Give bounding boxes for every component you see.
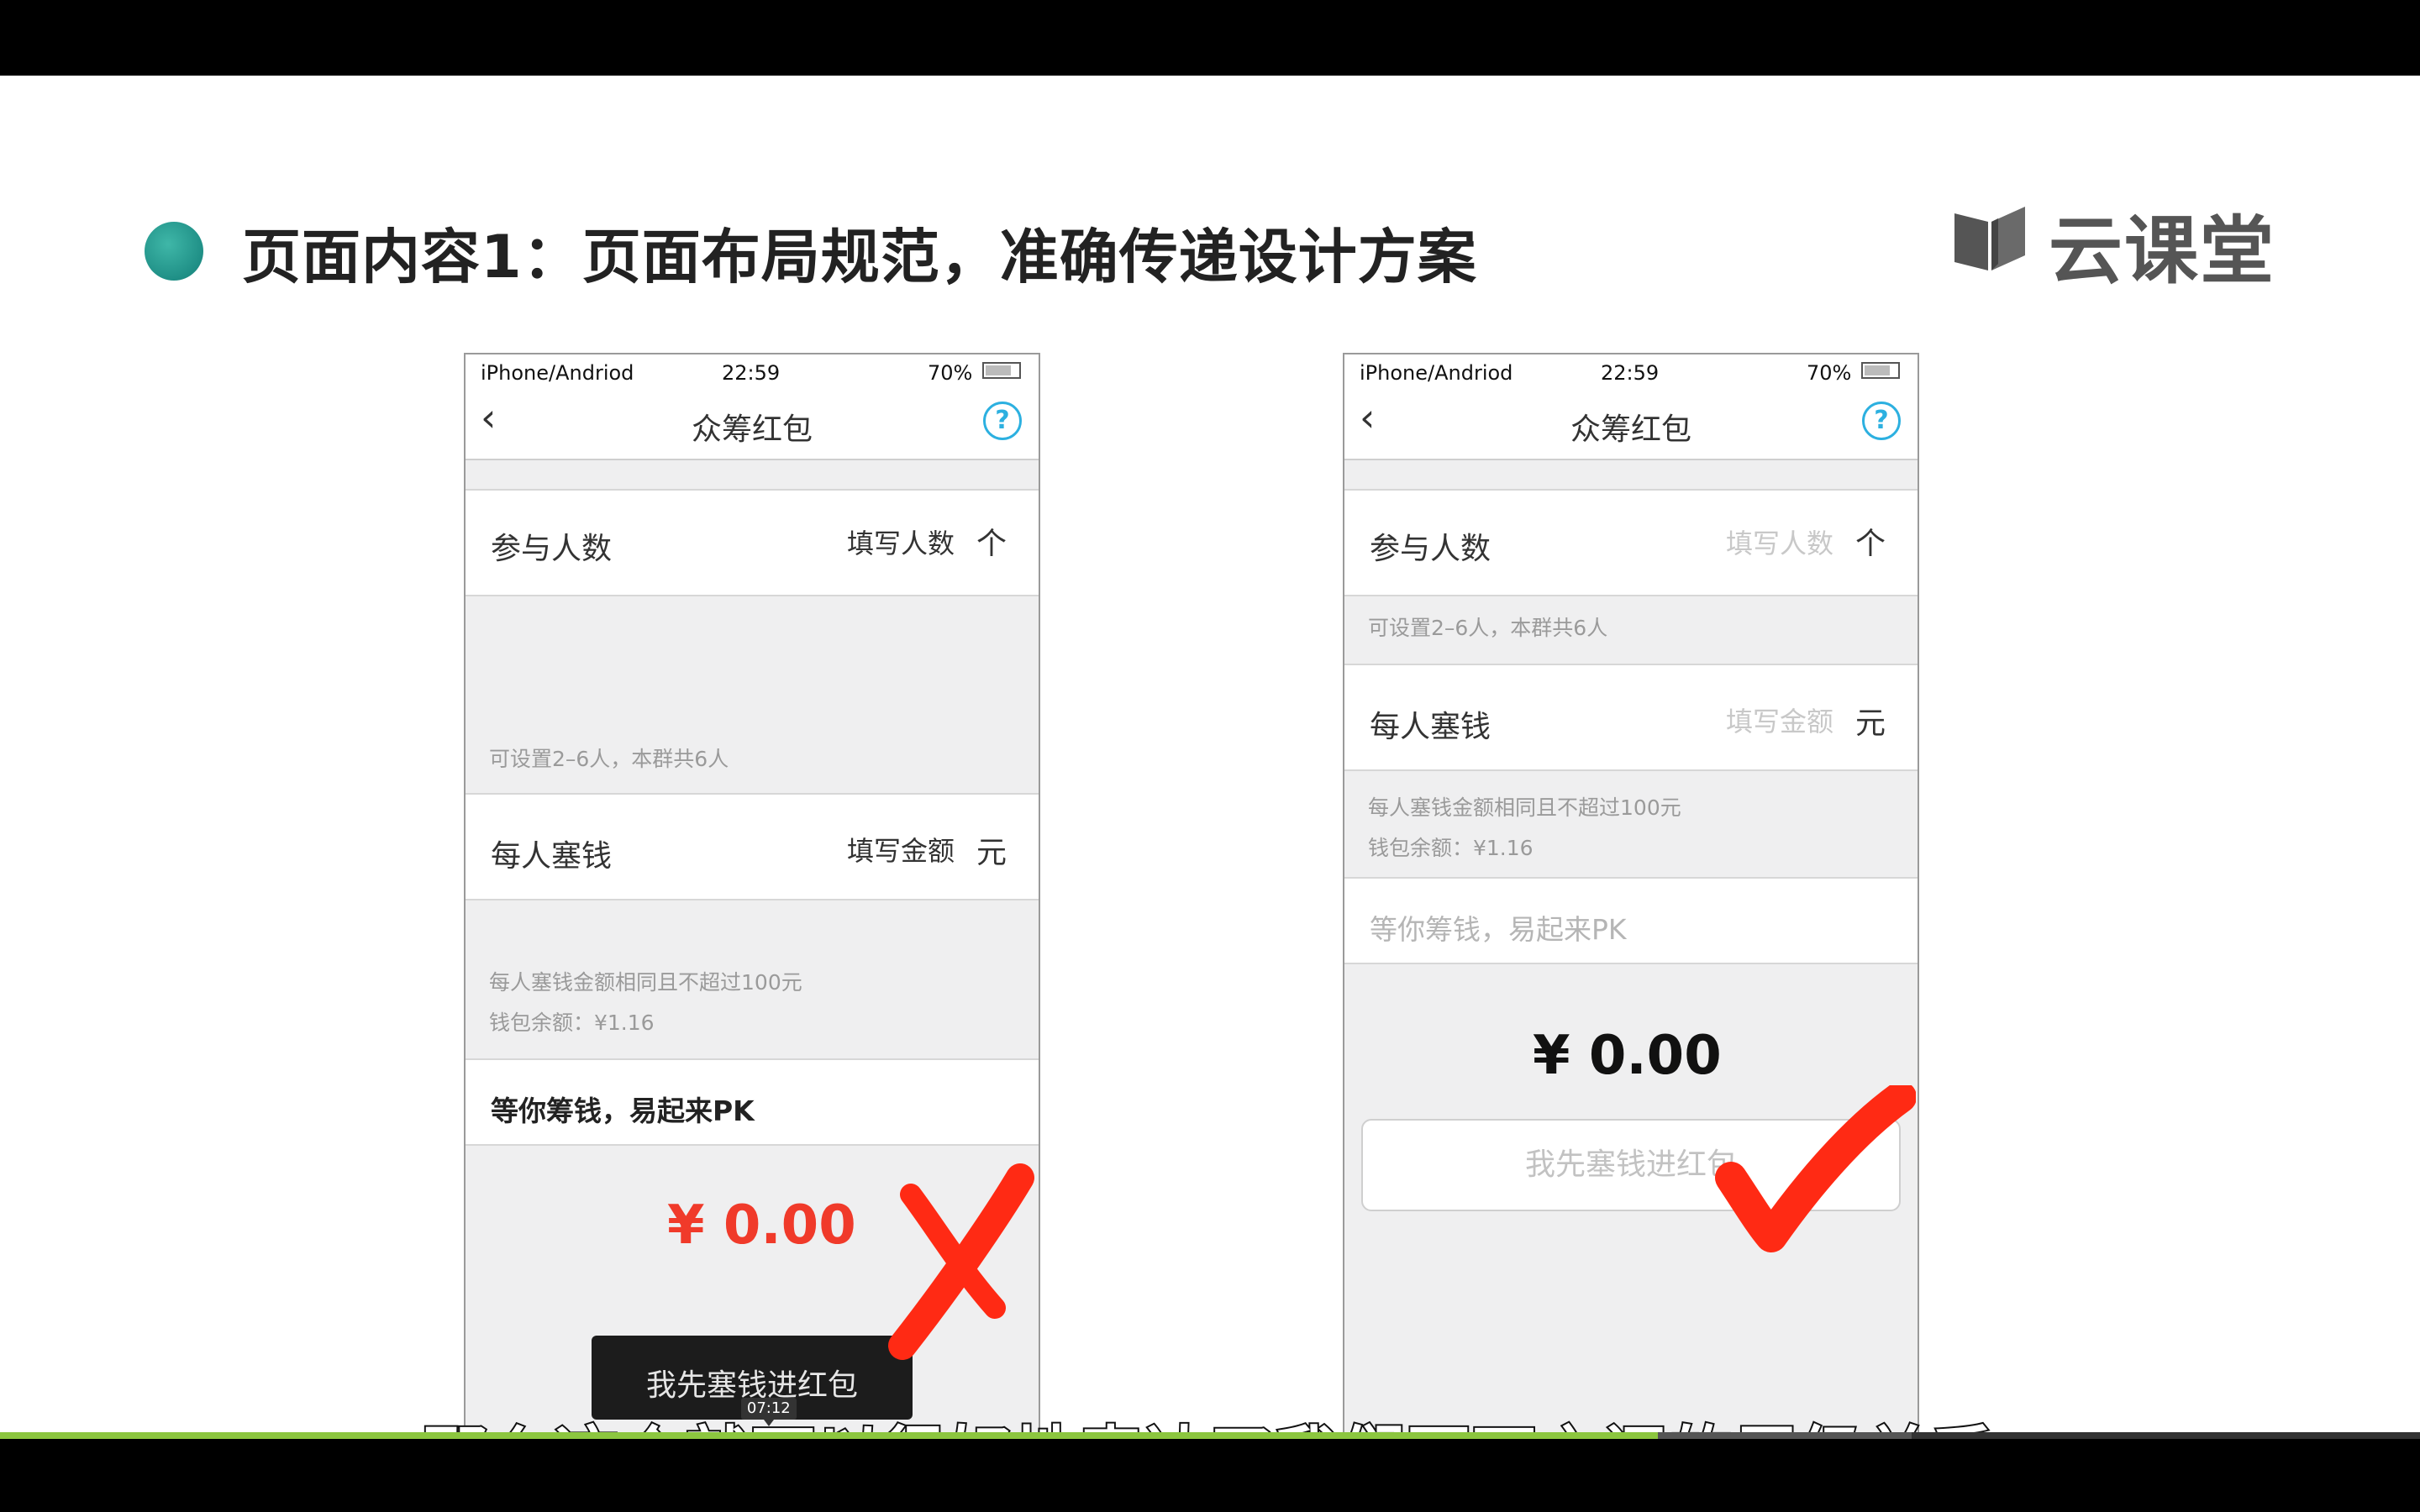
played-bar — [0, 1432, 1658, 1439]
amount-hint: 每人塞钱金额相同且不超过100元 — [489, 970, 802, 995]
video-progress-bar[interactable] — [0, 1432, 2420, 1439]
note-input[interactable]: 等你筹钱，易起来PK — [1370, 907, 1627, 948]
carrier-label: iPhone/Andriod — [481, 361, 634, 385]
buffered-bar — [1657, 1432, 1912, 1439]
participants-input[interactable]: 填写人数 — [847, 522, 955, 561]
battery-icon — [982, 362, 1021, 379]
phone-mockup-right: iPhone/Andriod 22:59 70% ‹ 众筹红包 ? 参与人数 填… — [1343, 353, 1919, 1432]
participants-label: 参与人数 — [1370, 532, 1491, 566]
people-hint: 可设置2–6人，本群共6人 — [489, 747, 729, 771]
status-bar: iPhone/Andriod 22:59 70% — [466, 354, 1039, 386]
bullet-dot — [145, 222, 203, 281]
amount-unit: 元 — [1855, 706, 1886, 741]
amount-hint: 每人塞钱金额相同且不超过100元 — [1368, 795, 1681, 820]
logo-text: 云课堂 — [2049, 207, 2276, 294]
status-time: 22:59 — [722, 361, 781, 385]
amount-unit: 元 — [976, 836, 1007, 870]
note-row[interactable]: 等你筹钱，易起来PK — [1344, 877, 1918, 964]
nav-bar: ‹ 众筹红包 ? — [466, 386, 1039, 460]
participants-unit: 个 — [1855, 527, 1886, 561]
help-icon[interactable]: ? — [1862, 402, 1901, 440]
status-time: 22:59 — [1601, 361, 1660, 385]
amount-label: 每人塞钱 — [491, 839, 613, 874]
book-icon — [1954, 207, 2025, 270]
participants-label: 参与人数 — [491, 532, 613, 566]
cross-mark-icon — [888, 1163, 1034, 1360]
participants-row[interactable]: 参与人数 填写人数 个 — [1344, 489, 1918, 596]
video-subtitle: 那么这个就可以很好地表达了我们页面之间的层级关系 — [0, 1404, 2420, 1432]
time-tooltip: 07:12 — [740, 1398, 797, 1426]
balance-hint: 钱包余额：¥1.16 — [489, 1011, 655, 1035]
logo: 云课堂 — [1948, 192, 2274, 294]
people-hint: 可设置2–6人，本群共6人 — [1368, 616, 1608, 640]
check-mark-icon — [1715, 1085, 1916, 1252]
nav-title: 众筹红包 — [691, 412, 813, 447]
amount-input[interactable]: 填写金额 — [1726, 701, 1833, 739]
amount-input[interactable]: 填写金额 — [847, 830, 955, 869]
phone-mockup-wrong: iPhone/Andriod 22:59 70% ‹ 众筹红包 ? 参与人数 填… — [464, 353, 1040, 1432]
battery-percent: 70% — [1807, 361, 1852, 385]
nav-bar: ‹ 众筹红包 ? — [1344, 386, 1918, 460]
participants-row[interactable]: 参与人数 填写人数 个 — [466, 489, 1039, 596]
nav-title: 众筹红包 — [1570, 412, 1691, 447]
total-amount: ¥ 0.00 — [1533, 1025, 1722, 1087]
total-amount: ¥ 0.00 — [667, 1194, 856, 1257]
note-input[interactable]: 等你筹钱，易起来PK — [491, 1089, 755, 1129]
amount-row[interactable]: 每人塞钱 填写金额 元 — [1344, 664, 1918, 771]
slide: 页面内容1：页面布局规范，准确传递设计方案 云课堂 iPhone/Andriod… — [0, 76, 2420, 1432]
amount-label: 每人塞钱 — [1370, 710, 1491, 744]
amount-row[interactable]: 每人塞钱 填写金额 元 — [466, 793, 1039, 900]
participants-unit: 个 — [976, 527, 1007, 561]
slide-heading: 页面内容1：页面布局规范，准确传递设计方案 — [242, 223, 1477, 291]
participants-input[interactable]: 填写人数 — [1726, 522, 1833, 561]
note-row[interactable]: 等你筹钱，易起来PK — [466, 1058, 1039, 1146]
balance-hint: 钱包余额：¥1.16 — [1368, 836, 1534, 860]
battery-icon — [1861, 362, 1900, 379]
carrier-label: iPhone/Andriod — [1360, 361, 1513, 385]
battery-percent: 70% — [928, 361, 973, 385]
help-icon[interactable]: ? — [983, 402, 1022, 440]
status-bar: iPhone/Andriod 22:59 70% — [1344, 354, 1918, 386]
